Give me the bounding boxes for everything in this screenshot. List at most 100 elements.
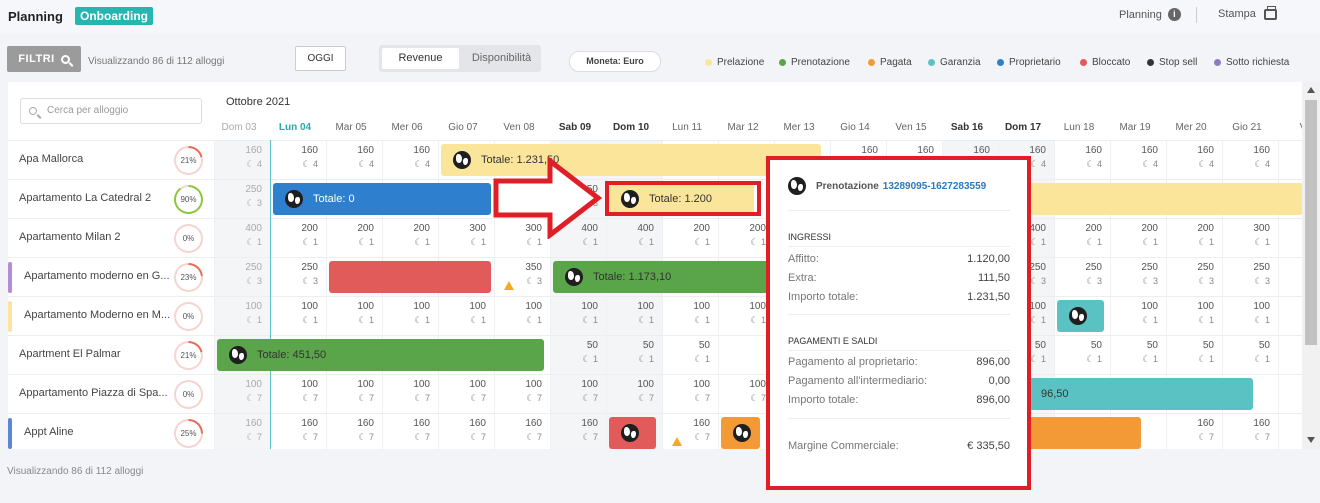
price-cell[interactable]: 160 ☾ 4 — [1222, 140, 1278, 179]
price-cell[interactable]: 300 ☾ 1 — [1222, 218, 1278, 257]
property-row[interactable]: Apartamento moderno en G... 23% — [8, 257, 214, 296]
price-cell[interactable]: 100 ☾ 1 — [1166, 296, 1222, 335]
price-cell[interactable]: 160 ☾ 7 — [270, 413, 326, 449]
price-cell[interactable]: 160 ☾ 4 — [1166, 140, 1222, 179]
property-row[interactable]: Apartamento Milan 2 0% — [8, 218, 214, 257]
property-name[interactable]: Appt Aline — [24, 426, 74, 438]
booking-bar[interactable] — [609, 417, 657, 449]
property-search-input[interactable]: Cerca per alloggio — [20, 98, 202, 124]
booking-code-link[interactable]: 13289095-1627283559 — [883, 181, 986, 192]
scrollbar-thumb[interactable] — [1305, 100, 1317, 345]
price-cell[interactable]: 250 ☾ 3 — [1054, 257, 1110, 296]
price-cell[interactable]: 160 ☾ 7 — [214, 413, 270, 449]
booking-bar[interactable]: Totale: 0 — [273, 183, 491, 215]
price-cell[interactable]: 250 ☾ 3 — [1222, 257, 1278, 296]
booking-bar[interactable]: 96,50 — [1001, 378, 1253, 410]
price-cell[interactable]: 200 ☾ 1 — [1166, 218, 1222, 257]
price-cell[interactable]: 50 ☾ 1 — [662, 335, 718, 374]
price-cell[interactable]: 100 ☾ 1 — [438, 296, 494, 335]
price-cell[interactable]: 50 ☾ 1 — [606, 335, 662, 374]
planning-info-link[interactable]: Planning i — [1119, 8, 1181, 21]
property-name[interactable]: Apartamento moderno en G... — [24, 270, 170, 282]
property-row[interactable]: Apartamento La Catedral 2 90% — [8, 179, 214, 218]
price-cell[interactable]: 160 ☾ 7 — [326, 413, 382, 449]
view-availability-tab[interactable]: Disponibilità — [464, 48, 539, 69]
price-cell[interactable]: 160 ☾ 7 — [1222, 413, 1278, 449]
price-cell[interactable]: 100 ☾ 1 — [326, 296, 382, 335]
property-row[interactable]: Appartamento Piazza di Spa... 0% — [8, 374, 214, 413]
price-cell[interactable]: 100 ☾ 7 — [326, 374, 382, 413]
price-cell[interactable]: 100 ☾ 1 — [1222, 296, 1278, 335]
price-cell[interactable]: 160 ☾ 4 — [1054, 140, 1110, 179]
vertical-scrollbar[interactable] — [1302, 82, 1320, 449]
price-cell[interactable]: 200 ☾ 1 — [662, 218, 718, 257]
price-cell[interactable]: 50 ☾ 1 — [1222, 335, 1278, 374]
price-cell[interactable]: 160 ☾ 4 — [270, 140, 326, 179]
filters-button[interactable]: FILTRI — [7, 46, 81, 72]
price-cell[interactable]: 50 ☾ 1 — [1054, 335, 1110, 374]
property-name[interactable]: Apartment El Palmar — [19, 348, 120, 360]
price-cell[interactable]: 50 ☾ 1 — [1166, 335, 1222, 374]
price-cell[interactable]: 200 ☾ 1 — [1054, 218, 1110, 257]
price-cell[interactable]: 100 ☾ 1 — [1110, 296, 1166, 335]
price-cell[interactable]: 100 ☾ 1 — [270, 296, 326, 335]
scroll-up-icon[interactable] — [1307, 87, 1315, 93]
price-cell[interactable]: 100 ☾ 7 — [438, 374, 494, 413]
property-row[interactable]: Apartment El Palmar 21% — [8, 335, 214, 374]
price-cell[interactable]: 100 ☾ 1 — [662, 296, 718, 335]
price-cell[interactable]: 160 ☾ 4 — [326, 140, 382, 179]
view-revenue-tab[interactable]: Revenue — [382, 48, 459, 69]
price-cell[interactable]: 160 ☾ 7 — [662, 413, 718, 449]
price-cell[interactable]: 100 ☾ 1 — [606, 296, 662, 335]
price-cell[interactable]: 160 ☾ 4 — [214, 140, 270, 179]
property-row[interactable]: Apartamento Moderno en M... 0% — [8, 296, 214, 335]
price-cell[interactable]: 50 ☾ 1 — [1110, 335, 1166, 374]
price-cell[interactable]: 400 ☾ 1 — [214, 218, 270, 257]
today-button[interactable]: OGGI — [295, 46, 346, 71]
price-cell[interactable]: 160 ☾ 7 — [494, 413, 550, 449]
property-row[interactable]: Appt Aline 25% — [8, 413, 214, 452]
price-cell[interactable]: 250 ☾ 3 — [214, 257, 270, 296]
price-cell[interactable]: 160 ☾ 7 — [550, 413, 606, 449]
price-cell[interactable]: 200 ☾ 1 — [270, 218, 326, 257]
property-row[interactable]: Apa Mallorca 21% — [8, 140, 214, 179]
price-cell[interactable]: 160 ☾ 4 — [1110, 140, 1166, 179]
price-cell[interactable]: 250 ☾ 3 — [1166, 257, 1222, 296]
property-name[interactable]: Apa Mallorca — [19, 153, 83, 165]
booking-bar[interactable] — [1057, 300, 1105, 332]
price-cell[interactable]: 200 ☾ 1 — [1110, 218, 1166, 257]
scroll-down-icon[interactable] — [1307, 437, 1315, 443]
price-cell[interactable]: 100 ☾ 7 — [214, 374, 270, 413]
property-name[interactable]: Appartamento Piazza di Spa... — [19, 387, 168, 399]
price-cell[interactable]: 300 ☾ 1 — [438, 218, 494, 257]
price-cell[interactable]: 100 ☾ 1 — [382, 296, 438, 335]
onboarding-badge[interactable]: Onboarding — [75, 7, 153, 25]
price-cell[interactable]: 250 ☾ 3 — [270, 257, 326, 296]
printer-icon[interactable] — [1263, 5, 1277, 20]
price-cell[interactable]: 100 ☾ 7 — [606, 374, 662, 413]
price-cell[interactable]: 100 ☾ 1 — [550, 296, 606, 335]
warning-icon[interactable] — [672, 437, 682, 446]
price-cell[interactable]: 100 ☾ 1 — [494, 296, 550, 335]
price-cell[interactable]: 160 ☾ 7 — [1166, 413, 1222, 449]
price-cell[interactable]: 50 ☾ 1 — [550, 335, 606, 374]
price-cell[interactable]: 400 ☾ 1 — [606, 218, 662, 257]
price-cell[interactable]: 200 ☾ 1 — [382, 218, 438, 257]
price-cell[interactable]: 100 ☾ 1 — [214, 296, 270, 335]
booking-bar[interactable] — [1001, 183, 1302, 215]
property-name[interactable]: Apartamento La Catedral 2 — [19, 192, 151, 204]
price-cell[interactable]: 100 ☾ 7 — [550, 374, 606, 413]
price-cell[interactable]: 160 ☾ 4 — [382, 140, 438, 179]
property-name[interactable]: Apartamento Moderno en M... — [24, 309, 170, 321]
price-cell[interactable]: 160 ☾ 7 — [438, 413, 494, 449]
price-cell[interactable]: 100 ☾ 7 — [270, 374, 326, 413]
booking-bar[interactable]: Totale: 1.173,10 — [553, 261, 799, 293]
price-cell[interactable]: 100 ☾ 7 — [382, 374, 438, 413]
info-icon[interactable]: i — [1167, 8, 1181, 21]
price-cell[interactable]: 250 ☾ 3 — [214, 179, 270, 218]
booking-bar[interactable] — [721, 417, 760, 449]
price-cell[interactable]: 100 ☾ 7 — [662, 374, 718, 413]
booking-bar[interactable] — [329, 261, 491, 293]
price-cell[interactable]: 250 ☾ 3 — [1110, 257, 1166, 296]
property-name[interactable]: Apartamento Milan 2 — [19, 231, 121, 243]
